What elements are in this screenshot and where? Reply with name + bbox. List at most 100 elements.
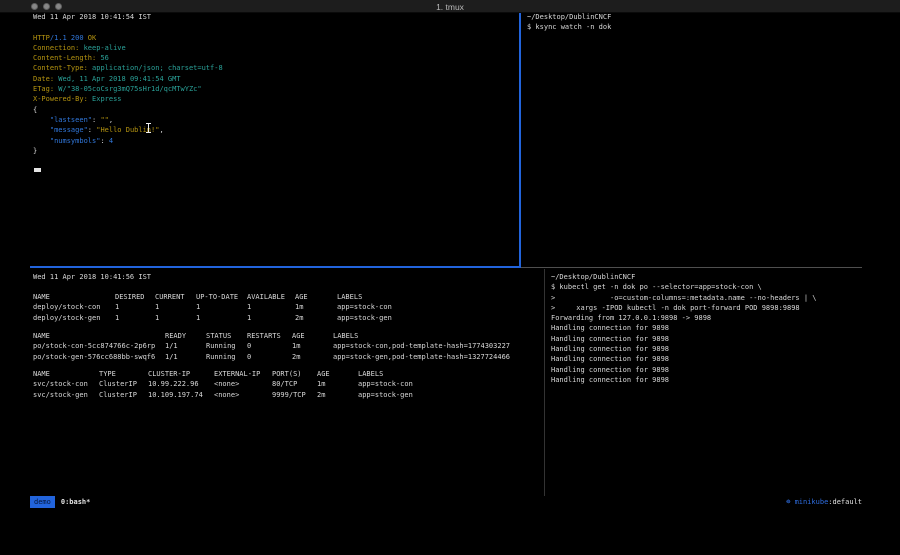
- cell: RESTARTS: [247, 331, 292, 341]
- json-number-value: 4: [109, 137, 113, 145]
- cell: NAME: [33, 331, 165, 341]
- json-comma: ,: [159, 126, 163, 134]
- clock-line: Wed 11 Apr 2018 10:41:56 IST: [33, 273, 151, 281]
- cell: CURRENT: [155, 292, 196, 302]
- cell: LABELS: [358, 369, 508, 379]
- pane-ksync[interactable]: ~/Desktop/DublinCNCF $ ksync watch -n do…: [527, 12, 611, 33]
- cell: AGE: [295, 292, 337, 302]
- http-reason: OK: [88, 34, 96, 42]
- cell: NAME: [33, 369, 99, 379]
- cell: 1: [155, 302, 196, 312]
- cell: LABELS: [337, 292, 537, 302]
- cell: 2m: [292, 352, 333, 362]
- table-header-row: NAME READY STATUS RESTARTS AGE LABELS: [33, 331, 543, 341]
- window-title: 1. tmux: [0, 2, 900, 12]
- json-brace: }: [33, 147, 37, 155]
- table-row: po/stock-con-5cc874766c-2p6rp 1/1 Runnin…: [33, 341, 543, 351]
- pane-border-vertical-top[interactable]: [519, 13, 521, 267]
- cell: 1: [115, 302, 155, 312]
- json-separator: :: [100, 137, 108, 145]
- cell: NAME: [33, 292, 115, 302]
- table-row: svc/stock-gen ClusterIP 10.109.197.74 <n…: [33, 390, 508, 400]
- cell: 1: [247, 302, 295, 312]
- cell: STATUS: [206, 331, 247, 341]
- cell: deploy/stock-con: [33, 302, 115, 312]
- header-value: Wed, 11 Apr 2018 09:41:54 GMT: [58, 75, 180, 83]
- tmux-session-name[interactable]: demo: [30, 496, 55, 508]
- cell: 1: [155, 313, 196, 323]
- header-name: X-Powered-By:: [33, 95, 88, 103]
- header-name: ETag:: [33, 85, 54, 93]
- header-name: Date:: [33, 75, 54, 83]
- cell: 1: [196, 302, 247, 312]
- cell: EXTERNAL-IP: [214, 369, 272, 379]
- header-value: keep-alive: [84, 44, 126, 52]
- json-key: "lastseen": [50, 116, 92, 124]
- json-key: "numsymbols": [50, 137, 101, 145]
- cell: 1: [247, 313, 295, 323]
- header-name: Content-Type:: [33, 64, 88, 72]
- http-protocol: HTTP: [33, 34, 50, 42]
- table-row: deploy/stock-gen 1 1 1 1 2m app=stock-ge…: [33, 313, 537, 323]
- pods-table[interactable]: NAME READY STATUS RESTARTS AGE LABELS po…: [33, 331, 543, 362]
- cell: po/stock-con-5cc874766c-2p6rp: [33, 341, 165, 351]
- tmux-status-right: ☸ minikube:default: [786, 496, 862, 508]
- cell: READY: [165, 331, 206, 341]
- tmux-window-tab[interactable]: 0:bash*: [61, 496, 91, 508]
- pane-kubectl-watch[interactable]: Wed 11 Apr 2018 10:41:56 IST: [33, 272, 151, 282]
- cell: ClusterIP: [99, 379, 148, 389]
- pane-http-response[interactable]: Wed 11 Apr 2018 10:41:54 IST HTTP/1.1 20…: [33, 12, 223, 156]
- cell: deploy/stock-gen: [33, 313, 115, 323]
- cell: 10.99.222.96: [148, 379, 214, 389]
- table-row: po/stock-gen-576cc688bb-swqf6 1/1 Runnin…: [33, 352, 543, 362]
- pane-port-forward[interactable]: ~/Desktop/DublinCNCF $ kubectl get -n do…: [551, 272, 817, 385]
- cell: app=stock-gen: [337, 313, 537, 323]
- services-table[interactable]: NAME TYPE CLUSTER-IP EXTERNAL-IP PORT(S)…: [33, 369, 508, 400]
- cell: AGE: [317, 369, 358, 379]
- json-key: "message": [50, 126, 88, 134]
- pane-border-horizontal-right[interactable]: [521, 267, 862, 268]
- cell: Running: [206, 352, 247, 362]
- cell: 2m: [317, 390, 358, 400]
- terminal-cursor: [34, 168, 41, 172]
- cell: po/stock-gen-576cc688bb-swqf6: [33, 352, 165, 362]
- header-value: W/"38-05coCsrg3mQ75sHr1d/qcMTwYZc": [58, 85, 201, 93]
- cell: 9999/TCP: [272, 390, 317, 400]
- cell: 1m: [292, 341, 333, 351]
- json-brace: {: [33, 106, 37, 114]
- cell: 0: [247, 352, 292, 362]
- json-comma: ,: [109, 116, 113, 124]
- cell: ClusterIP: [99, 390, 148, 400]
- cell: 1m: [317, 379, 358, 389]
- header-name: Content-Length:: [33, 54, 96, 62]
- cell: 1/1: [165, 341, 206, 351]
- clock-line: Wed 11 Apr 2018 10:41:54 IST: [33, 13, 151, 21]
- cell: svc/stock-con: [33, 379, 99, 389]
- cell: 2m: [295, 313, 337, 323]
- table-header-row: NAME DESIRED CURRENT UP-TO-DATE AVAILABL…: [33, 292, 537, 302]
- kube-context: minikube: [795, 498, 829, 506]
- cell: app=stock-con: [358, 379, 508, 389]
- cell: app=stock-gen: [358, 390, 508, 400]
- cell: app=stock-gen,pod-template-hash=13277244…: [333, 352, 543, 362]
- kube-namespace: :default: [828, 498, 862, 506]
- kubernetes-wheel-icon: ☸: [786, 498, 790, 506]
- cell: 1m: [295, 302, 337, 312]
- json-separator: :: [88, 126, 96, 134]
- header-name: Connection:: [33, 44, 79, 52]
- http-version-code: /1.1 200: [50, 34, 84, 42]
- cell: DESIRED: [115, 292, 155, 302]
- deployments-table[interactable]: NAME DESIRED CURRENT UP-TO-DATE AVAILABL…: [33, 292, 537, 323]
- cell: 1: [115, 313, 155, 323]
- table-row: deploy/stock-con 1 1 1 1 1m app=stock-co…: [33, 302, 537, 312]
- cell: 0: [247, 341, 292, 351]
- header-value: application/json; charset=utf-8: [92, 64, 223, 72]
- cell: 1/1: [165, 352, 206, 362]
- pane-border-vertical-bottom[interactable]: [544, 269, 545, 496]
- table-row: svc/stock-con ClusterIP 10.99.222.96 <no…: [33, 379, 508, 389]
- json-string-value: "": [100, 116, 108, 124]
- cell: 80/TCP: [272, 379, 317, 389]
- pane-border-horizontal-left[interactable]: [30, 266, 521, 268]
- header-value: 56: [100, 54, 108, 62]
- cell: AGE: [292, 331, 333, 341]
